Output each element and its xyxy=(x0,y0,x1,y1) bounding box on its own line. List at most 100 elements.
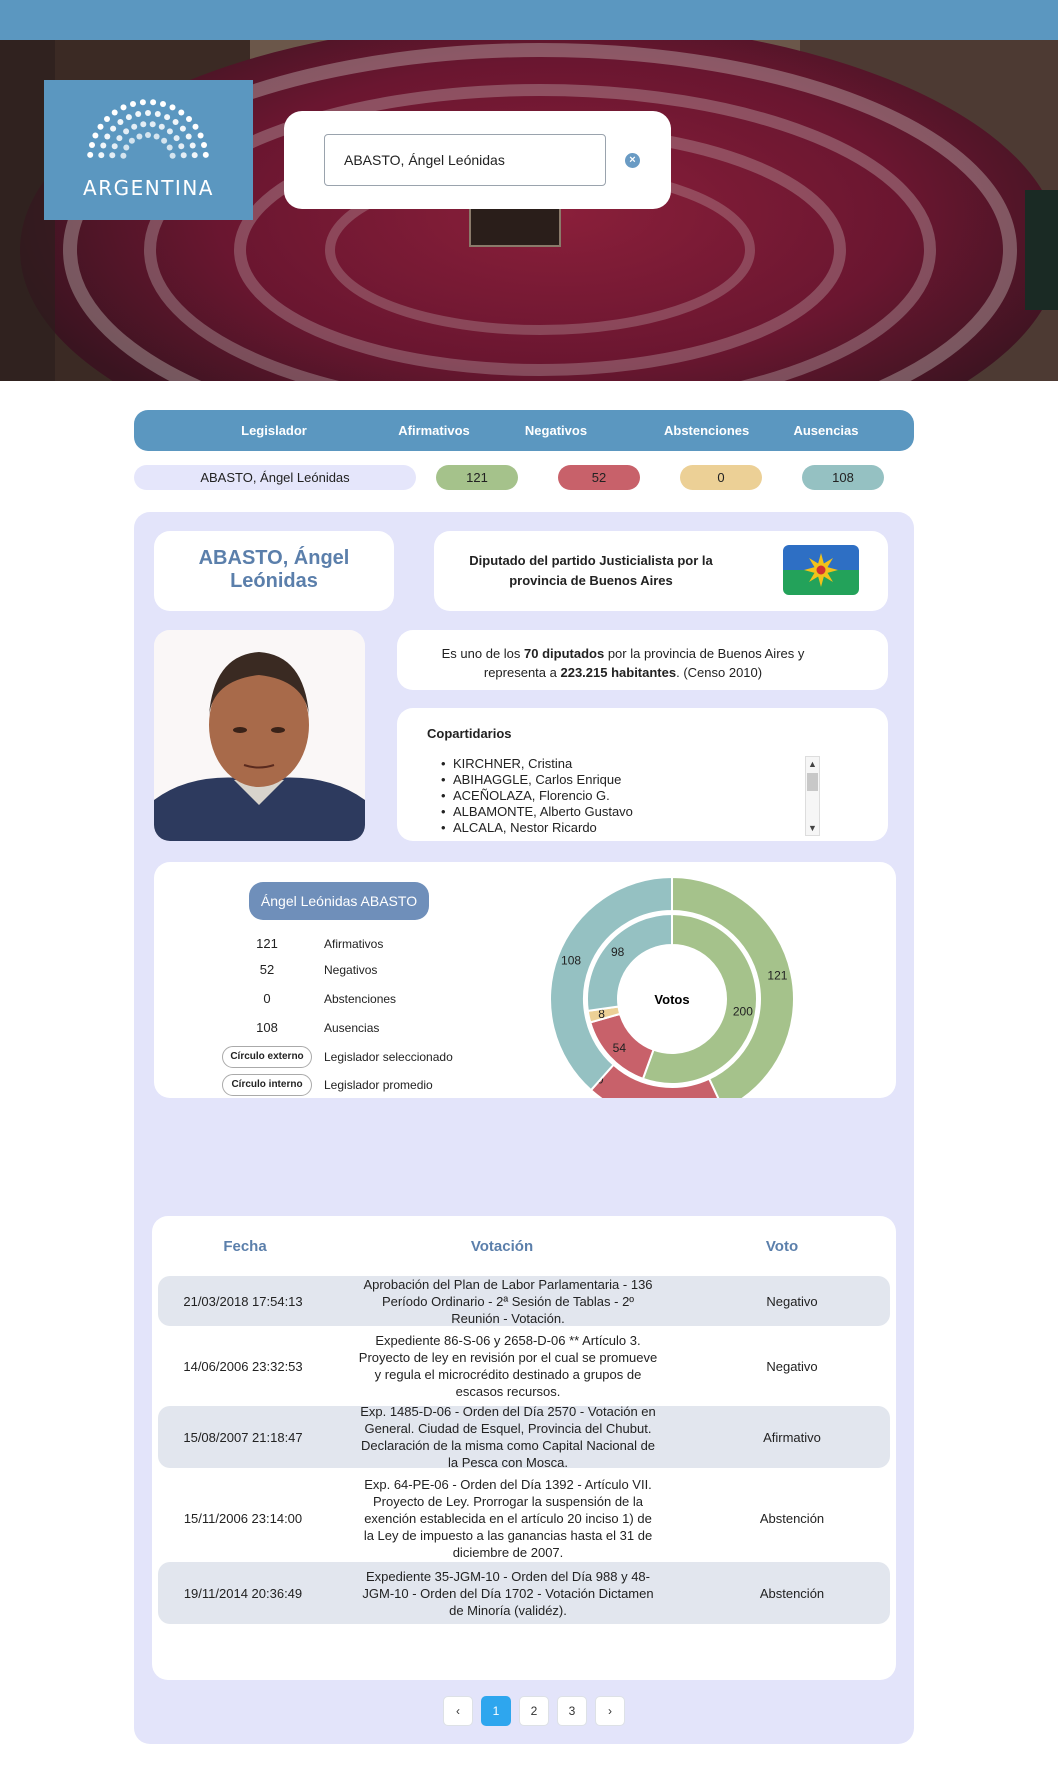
logo-dot xyxy=(166,128,173,135)
vote-description: Exp. 64-PE-06 - Orden del Día 1392 - Art… xyxy=(363,1476,653,1560)
summary-afirmativos: 121 xyxy=(436,465,518,490)
logo-dot xyxy=(123,128,130,135)
logo-dot xyxy=(180,152,187,159)
summary-ausencias: 108 xyxy=(802,465,884,490)
logo-dot xyxy=(125,114,132,121)
pagination-page-1[interactable]: 1 xyxy=(481,1696,511,1726)
logo-dot xyxy=(166,144,173,151)
votes-header-votacion[interactable]: Votación xyxy=(352,1238,652,1255)
logo-dot xyxy=(202,151,209,158)
vote-value: Negativo xyxy=(766,1293,818,1309)
logo-dot xyxy=(145,110,151,116)
logo-dot xyxy=(197,132,204,139)
logo-dot xyxy=(116,135,123,142)
party-line1: Diputado del partido Justicialista por l… xyxy=(469,553,713,568)
pagination-page-3[interactable]: 3 xyxy=(557,1696,587,1726)
pagination-page-2[interactable]: 2 xyxy=(519,1696,549,1726)
logo-dot xyxy=(100,142,107,149)
scroll-down-icon[interactable]: ▼ xyxy=(806,821,819,835)
logo-dot xyxy=(164,114,171,121)
legend-afirmativos-pill: 121 xyxy=(256,936,278,951)
legislator-name: ABASTO, Ángel Leónidas xyxy=(154,547,394,593)
table-row[interactable]: 15/08/2007 21:18:47 Exp. 1485-D-06 - Orde… xyxy=(158,1404,890,1470)
legend-legislator-name[interactable]: Ángel Leónidas ABASTO xyxy=(249,882,429,920)
copartidarios-scrollbar[interactable]: ▲ ▼ xyxy=(805,756,820,836)
logo-dot xyxy=(189,142,196,149)
donut-data-label: 98 xyxy=(611,945,625,959)
logo-dot xyxy=(120,152,127,159)
party-description: Diputado del partido Justicialista por l… xyxy=(466,551,716,591)
logo-dot xyxy=(169,152,176,159)
votes-summary-card: Ángel Leónidas ABASTO 121 Afirmativos 52… xyxy=(154,862,896,1098)
legend-outer-circle-pill: Círculo externo xyxy=(222,1046,312,1068)
logo-dot xyxy=(97,123,104,130)
legend-afirmativos-label: Afirmativos xyxy=(324,937,384,951)
legend-inner-circle-label: Legislador promedio xyxy=(324,1078,433,1092)
argentina-logo[interactable]: ARGENTINA xyxy=(44,80,253,220)
top-bar xyxy=(0,0,1058,40)
legislator-panel: ABASTO, Ángel Leónidas Diputado del part… xyxy=(134,512,914,1744)
party-card: Diputado del partido Justicialista por l… xyxy=(434,531,888,611)
legislator-name-line1: ABASTO, Ángel xyxy=(198,547,350,569)
logo-dot xyxy=(128,137,135,144)
summary-abstenciones: 0 xyxy=(680,465,762,490)
pagination-prev-button[interactable]: ‹ xyxy=(443,1696,473,1726)
logo-dot xyxy=(161,137,168,144)
list-item[interactable]: ALCALA, Nestor Ricardo xyxy=(453,820,793,836)
logo-dot xyxy=(89,142,95,148)
search-input[interactable] xyxy=(324,134,606,186)
table-row[interactable]: 15/11/2006 23:14:00 Exp. 64-PE-06 - Orden… xyxy=(158,1474,890,1562)
clear-search-icon[interactable]: × xyxy=(625,153,640,168)
vote-date: 15/08/2007 21:18:47 xyxy=(183,1429,303,1445)
legend-ausencias-pill: 108 xyxy=(256,1020,278,1035)
copartidarios-list[interactable]: KIRCHNER, Cristina ABIHAGGLE, Carlos Enr… xyxy=(453,756,793,836)
vote-description: Aprobación del Plan de Labor Parlamentar… xyxy=(363,1276,653,1326)
header-afirmativos[interactable]: Afirmativos xyxy=(392,410,476,451)
votes-header-fecha[interactable]: Fecha xyxy=(190,1238,300,1255)
logo-dot xyxy=(110,125,117,132)
vote-value: Abstención xyxy=(759,1585,825,1601)
logo-dot xyxy=(154,111,161,117)
summary-header: Legislador Afirmativos Negativos Abstenc… xyxy=(134,410,914,451)
scroll-thumb[interactable] xyxy=(807,773,818,791)
pagination-next-button[interactable]: › xyxy=(595,1696,625,1726)
logo-dot xyxy=(179,125,186,132)
table-row[interactable]: 21/03/2018 17:54:13 Aprobación del Plan d… xyxy=(158,1276,890,1326)
vote-date: 15/11/2006 23:14:00 xyxy=(183,1510,303,1526)
table-row[interactable]: 19/11/2014 20:36:49 Expediente 35-JGM-10 … xyxy=(158,1562,890,1624)
legend-negativos-pill: 52 xyxy=(259,962,275,977)
scroll-up-icon[interactable]: ▲ xyxy=(806,757,819,771)
summary-legislator-name[interactable]: ABASTO, Ángel Leónidas xyxy=(134,465,416,490)
list-item[interactable]: ABIHAGGLE, Carlos Enrique xyxy=(453,772,793,788)
header-abstenciones[interactable]: Abstenciones xyxy=(664,410,749,451)
rep-count: 70 diputados xyxy=(524,646,605,661)
header-negativos[interactable]: Negativos xyxy=(514,410,598,451)
logo-dot xyxy=(135,111,142,117)
donut-data-label: 200 xyxy=(733,1005,753,1019)
logo-dot xyxy=(201,142,207,148)
donut-data-label: 108 xyxy=(561,954,581,968)
logo-dot xyxy=(131,123,138,130)
donut-data-label: 54 xyxy=(613,1041,627,1055)
header-ausencias[interactable]: Ausencias xyxy=(784,410,868,451)
summary-negativos: 52 xyxy=(558,465,640,490)
vote-description: Expediente 86-S-06 y 2658-D-06 ** Artícu… xyxy=(358,1333,658,1399)
list-item[interactable]: KIRCHNER, Cristina xyxy=(453,756,793,772)
logo-dot xyxy=(145,132,151,138)
table-row[interactable]: 14/06/2006 23:32:53 Expediente 86-S-06 y … xyxy=(158,1332,890,1400)
representation-text: Es uno de los 70 diputados por la provin… xyxy=(417,644,829,682)
logo-dot xyxy=(153,133,160,140)
legend-ausencias-label: Ausencias xyxy=(324,1021,380,1035)
logo-dot xyxy=(158,123,165,130)
legend-outer-circle-label: Legislador seleccionado xyxy=(324,1050,453,1064)
logo-dot xyxy=(191,152,198,159)
list-item[interactable]: ALBAMONTE, Alberto Gustavo xyxy=(453,804,793,820)
list-item[interactable]: ACEÑOLAZA, Florencio G. xyxy=(453,788,793,804)
header-legislador[interactable]: Legislador xyxy=(134,410,414,451)
donut-center-title: Votos xyxy=(654,992,689,1007)
legend-abstenciones-pill: 0 xyxy=(263,991,271,1006)
rep-pre: Es uno de los xyxy=(441,646,525,661)
votes-header-voto[interactable]: Voto xyxy=(732,1238,832,1255)
name-card: ABASTO, Ángel Leónidas xyxy=(154,531,394,611)
logo-dot xyxy=(111,109,118,116)
